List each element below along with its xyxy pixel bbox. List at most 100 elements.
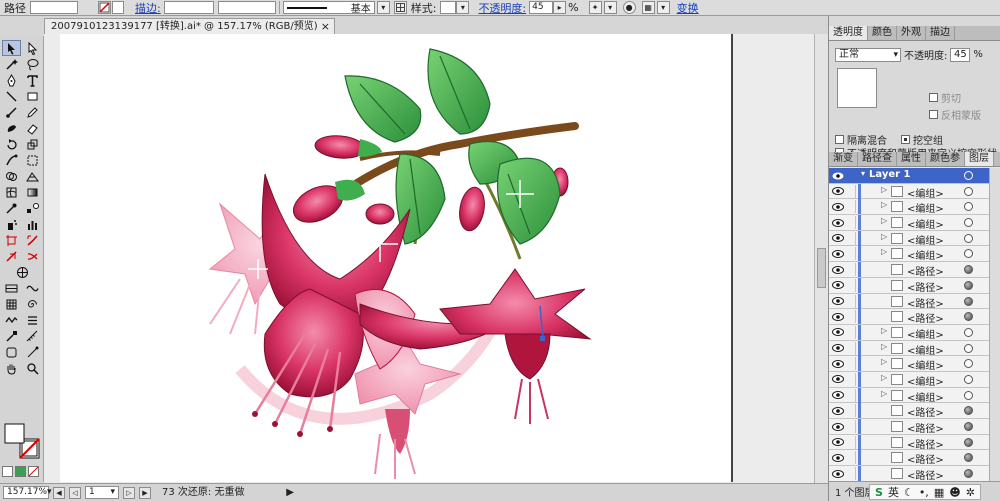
close-icon[interactable]: × [321,19,330,34]
target-icon[interactable] [964,312,973,322]
paintbrush-tool-icon[interactable] [2,104,21,120]
chevron-down-icon[interactable]: ▾ [110,487,115,498]
lock-toggle[interactable] [846,263,856,277]
chevron-down-icon[interactable]: ▾ [47,487,52,498]
target-icon[interactable] [964,359,973,369]
direct-selection-tool-icon[interactable] [23,40,42,56]
style-dropdown-icon[interactable]: ▾ [456,1,470,14]
expand-icon[interactable]: ▷ [881,357,887,366]
layer-row[interactable]: <路径> [829,466,989,482]
layer-row[interactable]: ▷ <编组> [829,199,989,215]
rotate-tool-icon[interactable] [2,136,21,152]
eye-icon[interactable] [832,264,844,275]
tab-stroke[interactable]: 描边 [926,26,955,40]
stroke-none-icon[interactable] [98,1,111,14]
opacity-link[interactable]: 不透明度: [475,0,529,16]
eyedropper-alt-icon[interactable] [2,328,21,344]
eye-icon[interactable] [832,280,844,291]
measure-tool-icon[interactable] [23,328,42,344]
warp-tool-icon[interactable] [2,152,21,168]
fuchsia-illustration[interactable] [60,34,733,482]
layer-row[interactable]: <路径> [829,450,989,466]
expand-icon[interactable]: ▷ [881,216,887,225]
perspective-grid-tool-icon[interactable] [23,168,42,184]
layer-row[interactable]: ▷ <编组> [829,246,989,262]
tab-layers[interactable]: 图层 [965,152,994,166]
ime-lang[interactable]: 英 [888,484,899,500]
fill-swatch[interactable] [30,1,78,14]
puppet-icon[interactable] [23,344,42,360]
eye-icon[interactable] [832,374,844,385]
target-icon[interactable] [964,296,973,306]
eye-icon[interactable] [832,248,844,259]
target-icon[interactable] [964,437,973,447]
eye-icon[interactable] [832,358,844,369]
vertical-scrollbar[interactable] [814,34,828,483]
eye-icon[interactable] [832,233,844,244]
status-menu-icon[interactable]: ▶ [286,487,294,498]
type-tool-icon[interactable] [23,72,42,88]
target-icon[interactable] [964,249,973,259]
clip-checkbox[interactable]: 剪切 [929,90,981,105]
style-swatch[interactable] [440,1,457,14]
layer-row[interactable]: <路径> [829,419,989,435]
target-icon[interactable] [964,422,973,431]
tab-appearance[interactable]: 外观 [897,26,926,40]
lock-toggle[interactable] [846,278,856,292]
rounded-rect-icon[interactable] [2,344,21,360]
anchor-point[interactable] [540,336,545,341]
gradient-tool-icon[interactable] [23,184,42,200]
list-icon[interactable] [23,312,42,328]
variable-width-field[interactable] [217,1,276,14]
eye-icon[interactable] [832,405,844,416]
layer-row[interactable]: <路径> [829,434,989,451]
layer-row-layer-1[interactable]: ▾ Layer 1 [829,168,989,184]
target-icon[interactable] [964,233,973,243]
next-artboard-icon[interactable]: ▷ [123,486,135,499]
slice-tool-icon[interactable] [23,232,42,248]
zoom-field[interactable]: 157.17% ▾ [3,486,52,499]
twirl-tool-icon[interactable] [23,296,42,312]
invert-mask-checkbox[interactable]: 反相蒙版 [929,107,981,122]
recolor-icon[interactable]: ✦ [588,1,602,14]
scissors-tool-icon[interactable] [23,248,42,264]
target-icon[interactable] [964,453,973,463]
target-icon[interactable] [964,469,973,479]
layer-row[interactable]: <路径> [829,277,989,294]
line-tool-icon[interactable] [2,88,21,104]
vertical-scroll-thumb[interactable] [817,248,826,288]
lock-toggle[interactable] [846,184,856,198]
expand-icon[interactable]: ▷ [881,247,887,256]
lock-toggle[interactable] [846,467,856,481]
target-icon[interactable] [964,218,973,228]
brush-dropdown-icon[interactable]: ▾ [376,1,390,14]
target-icon[interactable] [964,406,973,416]
last-artboard-icon[interactable]: ▶ [139,486,151,499]
layer-row[interactable]: ▷ <编组> [829,215,989,231]
expand-icon[interactable]: ▷ [881,185,887,194]
expand-icon[interactable]: ▾ [861,169,865,178]
brush-definition-field[interactable]: 基本 [282,1,375,15]
blob-brush-tool-icon[interactable] [2,120,21,136]
first-artboard-icon[interactable]: ◀ [53,486,65,499]
stroke-link[interactable]: 描边: [132,0,164,16]
layer-row[interactable]: ▷ <编组> [829,387,989,404]
grid-icon[interactable] [393,1,407,14]
lock-toggle[interactable] [846,294,856,308]
target-icon[interactable] [964,186,973,196]
lock-toggle[interactable] [846,247,856,261]
expand-icon[interactable]: ▷ [881,389,887,398]
opacity-field[interactable]: 45 [529,1,554,14]
tab-pathfinder[interactable]: 路径查 [858,152,897,166]
recolor-dropdown-icon[interactable]: ▾ [603,1,617,14]
opacity-input[interactable]: 45 [950,47,971,62]
expand-icon[interactable]: ▷ [881,373,887,382]
lock-toggle[interactable] [846,325,856,339]
tab-transparency[interactable]: 透明度 [829,26,868,40]
knife-tool-icon[interactable] [2,248,21,264]
eyedropper-tool-icon[interactable] [2,200,21,216]
zigzag-tool-icon[interactable] [2,312,21,328]
eye-icon[interactable] [832,170,844,181]
artboard-tool-icon[interactable] [2,232,21,248]
pen-tool-icon[interactable] [2,72,21,88]
